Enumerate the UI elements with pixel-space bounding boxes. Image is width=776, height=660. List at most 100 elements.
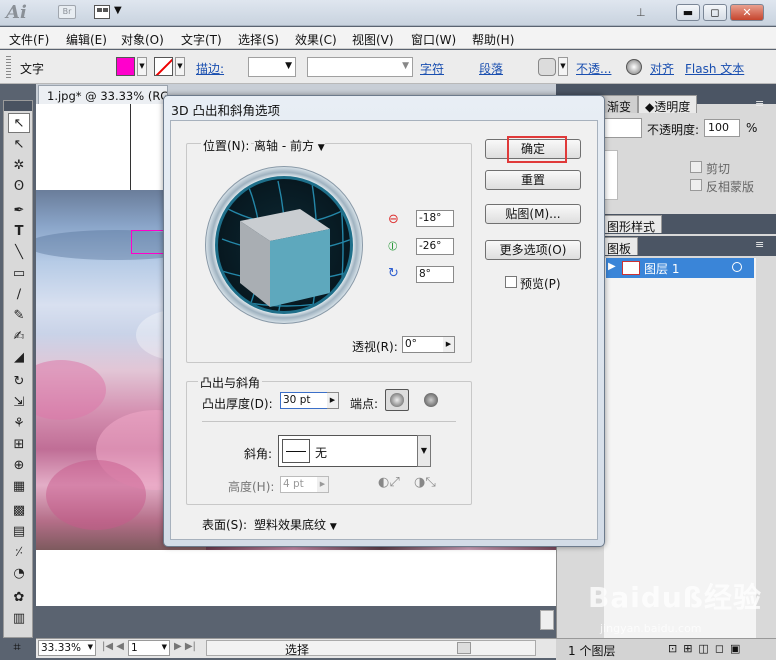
rotate-tool-icon[interactable]: ↻ <box>8 372 30 392</box>
stroke-dropdown-arrow[interactable]: ▼ <box>175 57 185 76</box>
map-art-button[interactable]: 贴图(M)... <box>485 204 581 224</box>
character-panel-link[interactable]: 字符 <box>420 60 444 77</box>
type-tool-icon[interactable]: T <box>8 222 30 242</box>
expand-arrow-icon[interactable]: ▶ <box>608 261 616 272</box>
height-field[interactable]: 4 pt <box>280 476 318 493</box>
envelope-dropdown-arrow[interactable]: ▼ <box>558 57 568 76</box>
pen-tool-icon[interactable]: ✒ <box>8 201 30 221</box>
blob-brush-tool-icon[interactable]: ✍ <box>8 327 30 347</box>
position-select[interactable]: 离轴 - 前方 ▼ <box>254 137 325 154</box>
invert-mask-checkbox[interactable] <box>690 179 702 191</box>
document-tab[interactable]: 1.jpg* @ 33.33% (RGB/预览) <box>38 85 168 104</box>
height-stepper[interactable]: ▶ <box>317 476 329 493</box>
close-window-button[interactable]: ✕ <box>730 4 764 21</box>
layer-name[interactable]: 图层 1 <box>644 260 679 277</box>
clip-checkbox[interactable] <box>690 161 702 173</box>
menu-window[interactable]: 窗口(W) <box>411 31 456 48</box>
bevel-select[interactable]: 无 <box>278 435 418 467</box>
perspective-grid-tool-icon[interactable]: ▦ <box>8 477 30 497</box>
tab-transparency[interactable]: ◆透明度 <box>638 95 698 114</box>
shape-builder-tool-icon[interactable]: ⊕ <box>8 456 30 476</box>
blend-tool-icon[interactable]: ◔ <box>8 564 30 584</box>
opacity-link[interactable]: 不透... <box>576 60 611 77</box>
mesh-tool-icon[interactable]: ▩ <box>8 501 30 521</box>
direct-selection-tool-icon[interactable]: ↖ <box>8 135 30 155</box>
eyedropper-tool-icon[interactable]: ⸓ <box>8 543 30 563</box>
paintbrush-tool-icon[interactable]: ∕ <box>8 285 30 305</box>
fill-dropdown-arrow[interactable]: ▼ <box>137 57 147 76</box>
menu-type[interactable]: 文字(T) <box>181 31 222 48</box>
last-page-icon[interactable]: ▶ ▶| <box>174 641 196 652</box>
more-options-button[interactable]: 更多选项(O) <box>485 240 581 260</box>
stroke-color-swatch[interactable] <box>154 57 173 76</box>
envelope-icon[interactable] <box>538 58 556 76</box>
menu-select[interactable]: 选择(S) <box>238 31 279 48</box>
stroke-weight-field[interactable]: ▼ <box>248 57 296 77</box>
symbol-sprayer-tool-icon[interactable]: ✿ <box>8 588 30 608</box>
cap-off-icon[interactable] <box>424 393 438 407</box>
scroll-thumb[interactable] <box>457 642 471 654</box>
selected-3d-text[interactable] <box>131 230 165 254</box>
blend-mode-select[interactable] <box>600 118 642 138</box>
minimize-button[interactable]: ▬ <box>676 4 700 21</box>
y-rotation-field[interactable]: -26° <box>416 238 454 255</box>
arrange-documents-icon[interactable] <box>94 5 110 19</box>
menu-object[interactable]: 对象(O) <box>121 31 164 48</box>
maximize-button[interactable]: ◻ <box>703 4 727 21</box>
tools-panel-header[interactable] <box>4 101 32 111</box>
pin-icon[interactable]: ⊥ <box>636 6 646 19</box>
perspective-field[interactable]: 0° <box>402 336 444 353</box>
lasso-tool-icon[interactable]: ʘ <box>8 177 30 197</box>
opacity-field[interactable]: 100 <box>704 119 740 137</box>
perspective-stepper[interactable]: ▶ <box>443 336 455 353</box>
bridge-button[interactable]: Br <box>58 5 76 19</box>
column-graph-tool-icon[interactable]: ▥ <box>8 609 30 629</box>
paragraph-panel-link[interactable]: 段落 <box>479 60 503 77</box>
bevel-extent-out-icon[interactable]: ◐⤢ <box>378 475 400 490</box>
trackball-sphere[interactable] <box>215 176 353 314</box>
flash-text-link[interactable]: Flash 文本 <box>685 60 744 77</box>
first-page-icon[interactable]: |◀ ◀ <box>102 641 124 652</box>
width-tool-icon[interactable]: ⚘ <box>8 414 30 434</box>
control-bar-grip[interactable] <box>6 56 11 78</box>
menu-effect[interactable]: 效果(C) <box>295 31 337 48</box>
selection-tool-icon[interactable]: ↖ <box>8 113 30 133</box>
layer-row[interactable]: ▶ 图层 1 <box>606 258 754 278</box>
surface-select[interactable]: 塑料效果底纹 ▼ <box>254 516 337 533</box>
panel-menu-icon[interactable]: ≡ <box>755 97 764 110</box>
z-rotation-field[interactable]: 8° <box>416 266 454 283</box>
stroke-link[interactable]: 描边: <box>196 60 224 77</box>
bevel-dropdown-arrow[interactable]: ▼ <box>417 435 431 467</box>
scale-tool-icon[interactable]: ⇲ <box>8 393 30 413</box>
gradient-tool-icon[interactable]: ▤ <box>8 522 30 542</box>
eraser-tool-icon[interactable]: ◢ <box>8 348 30 368</box>
font-family-field[interactable]: ▼ <box>307 57 413 77</box>
menu-help[interactable]: 帮助(H) <box>472 31 514 48</box>
align-panel-link[interactable]: 对齐 <box>650 60 674 77</box>
extrude-depth-stepper[interactable]: ▶ <box>327 392 339 409</box>
layer-target-icon[interactable] <box>732 262 742 272</box>
preview-checkbox[interactable] <box>505 276 517 288</box>
bevel-extent-in-icon[interactable]: ◑⤡ <box>414 475 436 490</box>
artboard-tool-icon[interactable]: ⌗ <box>6 640 28 658</box>
menu-file[interactable]: 文件(F) <box>9 31 49 48</box>
fill-color-swatch[interactable] <box>116 57 135 76</box>
horizontal-scrollbar[interactable]: 选择 <box>206 640 536 657</box>
extrude-depth-field[interactable]: 30 pt <box>280 392 328 409</box>
magic-wand-tool-icon[interactable]: ✲ <box>8 156 30 176</box>
free-transform-tool-icon[interactable]: ⊞ <box>8 435 30 455</box>
artboard-number-field[interactable]: 1 ▼ <box>128 640 170 656</box>
pencil-tool-icon[interactable]: ✎ <box>8 306 30 326</box>
tab-gradient[interactable]: 渐变 <box>600 95 639 114</box>
chevron-down-icon[interactable]: ▼ <box>114 5 122 16</box>
tab-graphic-styles[interactable]: 图形样式 <box>600 215 663 234</box>
cap-on-button[interactable] <box>385 389 409 411</box>
rectangle-tool-icon[interactable]: ▭ <box>8 264 30 284</box>
menu-edit[interactable]: 编辑(E) <box>66 31 107 48</box>
line-tool-icon[interactable]: ╲ <box>8 243 30 263</box>
vertical-scrollbar[interactable] <box>540 610 554 630</box>
menu-view[interactable]: 视图(V) <box>352 31 394 48</box>
reset-button[interactable]: 重置 <box>485 170 581 190</box>
x-rotation-field[interactable]: -18° <box>416 210 454 227</box>
tab-layers[interactable]: 图板 <box>600 237 639 256</box>
